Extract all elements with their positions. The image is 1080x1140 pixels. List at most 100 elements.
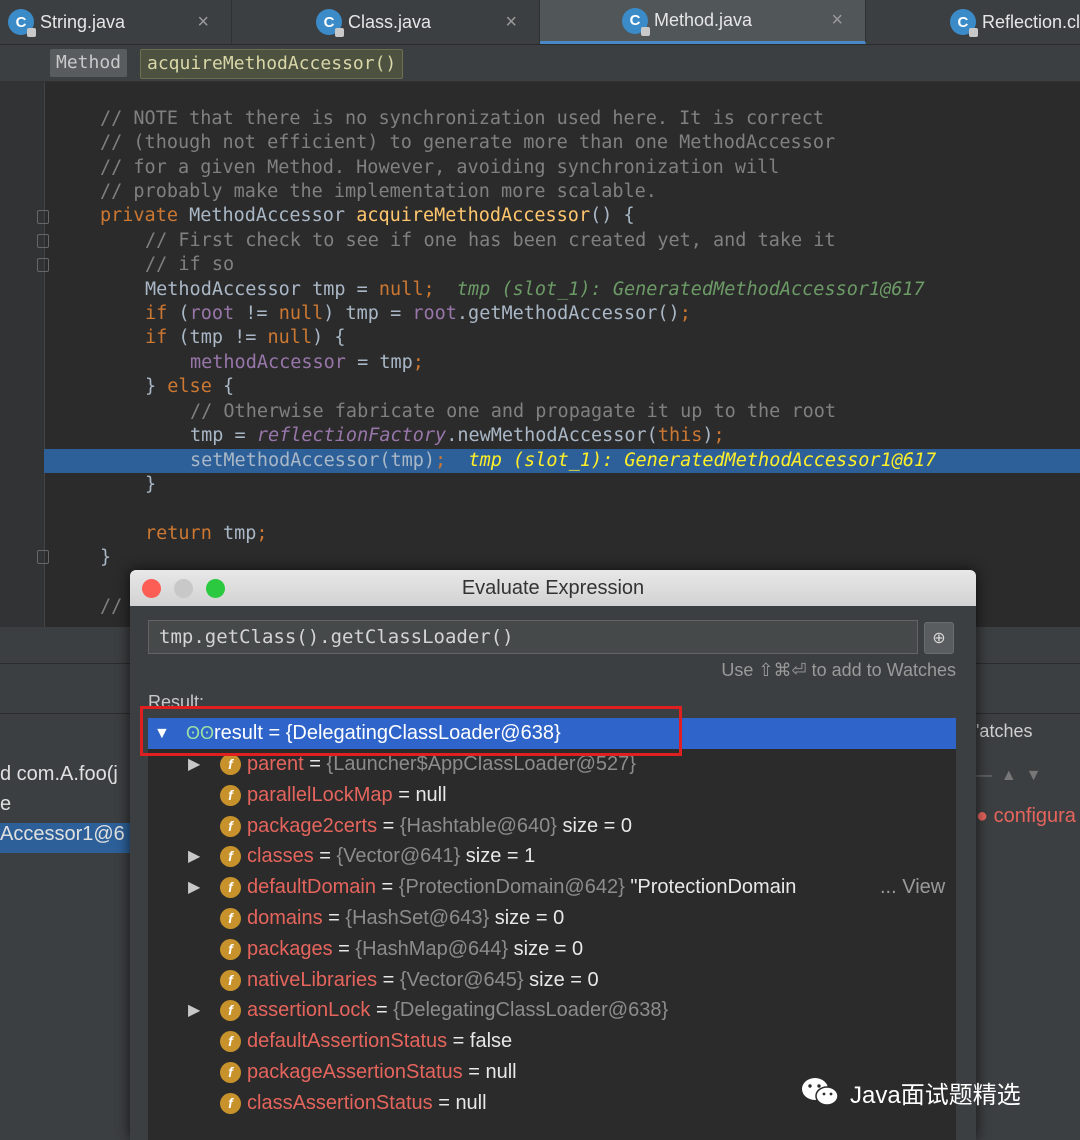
field-extra-text: size = 0 [529, 968, 599, 991]
add-to-watches-icon[interactable]: ⊕ [924, 622, 954, 654]
field-icon: f [220, 846, 241, 868]
keyword: null [278, 303, 324, 324]
class-icon: C [950, 9, 978, 37]
field-icon: f [220, 938, 241, 960]
keyword: if [145, 303, 179, 324]
field-equals: = [313, 845, 337, 868]
code-editor[interactable]: // NOTE that there is no synchronization… [0, 82, 1080, 627]
code-text: setMethodAccessor(tmp) [190, 450, 436, 471]
code-text: ; [423, 279, 435, 300]
field-equals: = [370, 999, 394, 1022]
code-text: ; [713, 425, 725, 446]
watch-error-text: configura [993, 805, 1076, 827]
field-value: {Hashtable@640} [399, 814, 557, 837]
tab-method-java[interactable]: C Method.java × [540, 0, 866, 44]
code-text: tmp = [190, 425, 257, 446]
field: methodAccessor [190, 352, 346, 373]
inline-debug-value: tmp (slot_1): GeneratedMethodAccessor1@6… [456, 279, 925, 300]
field-icon: f [220, 754, 241, 775]
breadcrumb-class[interactable]: Method [50, 49, 128, 77]
execution-point-line: setMethodAccessor(tmp); tmp (slot_1): Ge… [44, 449, 1080, 473]
breadcrumb-method[interactable]: acquireMethodAccessor() [140, 49, 404, 79]
field-icon: f [220, 877, 241, 899]
up-arrow-icon[interactable]: ▲ [1001, 767, 1017, 784]
code-text: ) tmp = [323, 303, 413, 324]
code-line: } else { [145, 375, 1080, 399]
code-line: } [100, 547, 112, 568]
view-link[interactable]: ... View [880, 872, 945, 903]
code-text: ; [435, 450, 447, 471]
variable-item[interactable]: Accessor1@6 [0, 823, 130, 853]
watch-error: ● configura [976, 805, 1076, 828]
tab-label: Method.java [654, 10, 753, 30]
watermark: Java面试题精选 [800, 1072, 1021, 1112]
tab-class-java[interactable]: C Class.java × [232, 0, 540, 44]
tree-row-field[interactable]: f packages = {HashMap@644} size = 0 [148, 934, 956, 965]
field-extra-text: size = 0 [513, 937, 584, 960]
minus-icon[interactable]: — [976, 767, 992, 784]
fold-icon[interactable] [37, 234, 49, 248]
tree-row-field[interactable]: f package2certs = {Hashtable@640} size = … [148, 811, 956, 842]
tree-row-field[interactable]: ▶ f classes = {Vector@641} size = 1 [148, 841, 956, 872]
code-line: // First check to see if one has been cr… [145, 230, 836, 251]
tab-string-java[interactable]: C String.java × [0, 0, 232, 44]
keyword: null [378, 279, 424, 300]
close-icon[interactable]: × [505, 11, 517, 34]
expression-input[interactable]: tmp.getClass().getClassLoader() [148, 620, 918, 654]
code-line: if (root != null) tmp = root.getMethodAc… [145, 302, 1080, 326]
tree-row-field[interactable]: ▶ f assertionLock = {DelegatingClassLoader… [148, 995, 956, 1026]
field-name: assertionLock [247, 999, 371, 1022]
field-name: domains [247, 907, 323, 929]
watches-toolbar: — ▲ ▼ [976, 767, 1041, 785]
frame-item[interactable]: e [0, 793, 11, 816]
field-equals: = [375, 876, 399, 899]
tree-row-field[interactable]: f domains = {HashSet@643} size = 0 [148, 903, 956, 934]
down-arrow-icon[interactable]: ▼ [1026, 767, 1042, 784]
field-icon: f [220, 908, 241, 929]
close-icon[interactable]: × [831, 9, 843, 32]
watches-hint: Use ⇧⌘⏎ to add to Watches [721, 660, 956, 680]
field-icon: f [220, 1031, 241, 1053]
editor-tab-bar: C String.java × C Class.java × C Method.… [0, 0, 1080, 45]
fold-icon[interactable] [37, 258, 49, 272]
code-line: // NOTE that there is no synchronization… [100, 108, 824, 129]
chevron-right-icon[interactable]: ▶ [188, 872, 200, 903]
fold-icon[interactable] [37, 210, 49, 224]
field-value: {Launcher$AppClassLoader@527} [326, 753, 636, 775]
field-name: defaultAssertionStatus [247, 1030, 448, 1053]
tab-reflection[interactable]: C Reflection.cl [866, 0, 1080, 44]
dialog-title: Evaluate Expression [461, 577, 645, 599]
tree-row-field[interactable]: f defaultAssertionStatus = false [148, 1026, 956, 1057]
minimize-window-button[interactable] [174, 579, 193, 598]
type: MethodAccessor [189, 205, 357, 226]
fold-icon[interactable] [37, 550, 49, 564]
tree-row-field[interactable]: ▶ f defaultDomain = {ProtectionDomain@642}… [148, 872, 956, 903]
chevron-right-icon[interactable]: ▶ [188, 995, 200, 1026]
wechat-icon [802, 1078, 839, 1106]
frame-item[interactable]: d com.A.foo(j [0, 763, 118, 786]
tree-row-field[interactable]: f nativeLibraries = {Vector@645} size = 0 [148, 965, 956, 996]
field-name: parallelLockMap [247, 783, 393, 806]
code-text: () { [590, 205, 635, 226]
watches-label: 'atches [976, 721, 1033, 741]
field-extra-text: size = 1 [465, 845, 536, 868]
field-equals: = [377, 968, 400, 991]
watermark-text: Java面试题精选 [850, 1081, 1021, 1109]
field-value: {HashSet@643} [345, 907, 490, 929]
chevron-right-icon[interactable]: ▶ [188, 841, 200, 872]
code-line: // if so [145, 254, 235, 275]
code-text: (tmp != [178, 327, 268, 348]
class-icon: C [316, 9, 344, 37]
field-extra-text: size = 0 [494, 907, 565, 929]
code-text: ( [178, 303, 190, 324]
code-text: ; [412, 352, 424, 373]
code-line: // (though not efficient) to generate mo… [100, 132, 836, 153]
code-text: .getMethodAccessor() [456, 303, 680, 324]
close-icon[interactable]: × [197, 11, 209, 34]
tree-row-field[interactable]: f parallelLockMap = null [148, 780, 956, 811]
keyword: private [100, 205, 190, 226]
zoom-window-button[interactable] [206, 579, 225, 598]
field-name: parent [247, 753, 304, 775]
class-icon: C [8, 9, 36, 37]
close-window-button[interactable] [142, 579, 161, 598]
